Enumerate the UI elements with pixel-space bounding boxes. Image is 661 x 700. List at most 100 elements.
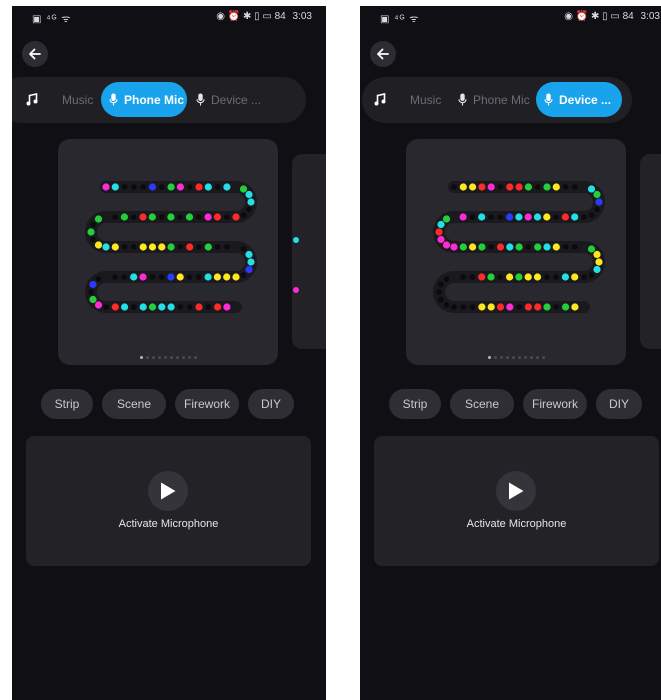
status-time: 3:03 [640,11,660,22]
led-dot [245,190,253,199]
page-dot[interactable] [541,356,545,359]
led-dot [87,228,95,236]
led-dot [186,274,193,280]
led-dot [196,244,202,250]
tab-scene[interactable]: Scene [102,389,166,419]
led-dot [543,243,551,251]
tab-firework[interactable]: Firework [175,389,239,419]
page-dot[interactable] [139,356,143,359]
led-dot [232,213,240,221]
tab-strip[interactable]: Strip [389,389,441,419]
page-dot[interactable] [163,356,167,359]
page-dot[interactable] [535,356,539,359]
led-dot [139,273,147,281]
activate-microphone-button[interactable] [148,471,188,511]
activate-microphone-button[interactable] [496,471,536,511]
led-dot [587,185,596,193]
tab-device[interactable]: Device ... [536,82,622,117]
page-dot[interactable] [175,356,179,359]
led-dot [469,304,476,310]
led-dot [594,206,600,213]
led-dot [593,190,601,199]
page-dot[interactable] [493,356,497,359]
led-strip-preview [85,181,257,313]
tab-music[interactable]: Music [18,82,101,117]
tab-diy[interactable]: DIY [596,389,642,419]
led-dot [102,243,110,251]
battery-level: 84 [622,11,634,22]
next-preview-card[interactable] [292,154,326,349]
next-preview-card[interactable] [640,154,661,349]
arrow-left-icon [377,48,389,60]
led-dot [572,184,578,190]
page-dot[interactable] [181,356,185,359]
led-dot [112,274,118,280]
tab-device[interactable]: Device ... [188,82,269,117]
led-dot [94,241,103,249]
led-dot [177,214,183,220]
led-dot [111,183,119,191]
music-note-icon [374,93,386,106]
led-dot [95,276,102,282]
led-dot [214,184,221,190]
back-button[interactable] [22,41,48,67]
led-dot [158,303,166,311]
page-dot[interactable] [151,356,155,359]
page-dot[interactable] [523,356,527,359]
led-dot [496,243,505,251]
led-dot [224,244,230,250]
led-dot [506,183,514,191]
effect-preview-card[interactable] [58,139,278,365]
page-dot[interactable] [511,356,515,359]
tab-scene[interactable]: Scene [450,389,514,419]
led-dot [459,213,467,221]
page-dot[interactable] [169,356,173,359]
led-dot [443,276,450,282]
back-button[interactable] [370,41,396,67]
led-dot [223,183,231,191]
page-dot[interactable] [187,356,191,359]
led-dot [167,183,175,191]
led-dot [112,214,118,220]
page-dot[interactable] [517,356,521,359]
led-dot [469,243,477,251]
led-dot [438,296,444,303]
effect-preview-card[interactable] [406,139,626,365]
led-dot [581,214,587,220]
led-dot [515,243,523,251]
led-dot [245,250,253,259]
led-dot [571,213,579,221]
led-dot [561,273,569,281]
page-dot[interactable] [499,356,503,359]
led-dot [186,184,193,190]
status-right-icons: ◉ ⏰ ✱ ▯ ▭ [216,11,272,22]
tab-music-label: Music [62,92,94,107]
led-dot [213,273,221,281]
led-dot [139,213,147,221]
page-dot[interactable] [157,356,161,359]
tab-strip[interactable]: Strip [41,389,93,419]
page-dot[interactable] [505,356,509,359]
tab-phone-mic[interactable]: Phone Mic [101,82,187,117]
page-dot[interactable] [145,356,149,359]
microphone-icon [458,93,467,106]
led-dot [595,258,603,266]
page-dot[interactable] [529,356,533,359]
microphone-panel: Activate Microphone [26,436,311,566]
led-dot [571,303,579,311]
status-right-icons: ◉ ⏰ ✱ ▯ ▭ [564,11,620,22]
led-dot [195,303,203,311]
tab-phone-mic[interactable]: Phone Mic [450,82,538,117]
led-dot [196,214,202,220]
led-dot [213,213,221,221]
led-dot [562,244,569,250]
led-dot [543,183,551,191]
tab-diy[interactable]: DIY [248,389,294,419]
led-dot [524,273,532,281]
page-dot[interactable] [487,356,491,359]
page-dot[interactable] [193,356,197,359]
led-dot [436,289,442,295]
led-dot [240,272,247,278]
tab-music[interactable]: Music [366,82,449,117]
tab-firework[interactable]: Firework [523,389,587,419]
